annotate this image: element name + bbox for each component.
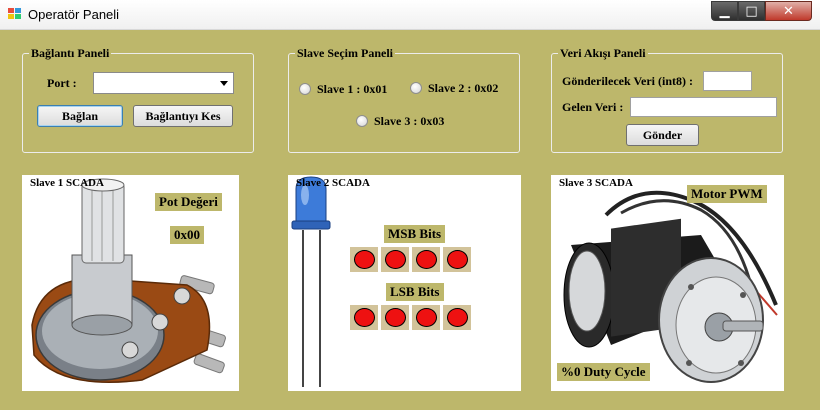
msb-bits-label: MSB Bits (384, 225, 446, 243)
radio-slave-2-label[interactable]: Slave 2 : 0x02 (428, 81, 498, 96)
title-bar[interactable]: Operatör Paneli ▁ □ ✕ (0, 0, 820, 30)
app-icon (8, 8, 22, 20)
radio-slave-1[interactable] (299, 83, 311, 95)
slave3-scada-panel: Slave 3 SCADA Motor PWM %0 Duty Cycle (551, 175, 784, 391)
send-button[interactable]: Gönder (626, 124, 699, 146)
msb-bit-led (381, 247, 409, 272)
connection-panel-title: Bağlantı Paneli (29, 46, 112, 60)
slave1-scada-panel: Slave 1 SCADA Pot Değeri 0x00 (22, 175, 239, 391)
send-data-label: Gönderilecek Veri (int8) : (562, 74, 693, 88)
msb-bit-led (350, 247, 378, 272)
disconnect-button[interactable]: Bağlantıyı Kes (133, 105, 233, 127)
data-flow-panel-title: Veri Akışı Paneli (558, 46, 648, 60)
radio-slave-3-label[interactable]: Slave 3 : 0x03 (374, 114, 444, 129)
msb-bit-led (443, 247, 471, 272)
lsb-bits-label: LSB Bits (386, 283, 444, 301)
lsb-bit-led (443, 305, 471, 330)
lsb-bits-indicators (350, 305, 471, 330)
received-data-label: Gelen Veri : (562, 100, 624, 114)
maximize-button[interactable]: □ (738, 1, 765, 21)
pot-value-readout: 0x00 (170, 226, 204, 244)
data-flow-panel: Veri Akışı Paneli Gönderilecek Veri (int… (551, 46, 783, 153)
port-combobox[interactable] (93, 72, 234, 94)
slave3-scada-title: Slave 3 SCADA (559, 177, 633, 189)
send-data-input[interactable] (703, 71, 752, 91)
slave-select-panel-title: Slave Seçim Paneli (295, 46, 395, 60)
form-client-area: Bağlantı Paneli Port : Bağlan Bağlantıyı… (0, 30, 820, 410)
minimize-button[interactable]: ▁ (711, 1, 738, 21)
slave2-scada-title: Slave 2 SCADA (296, 177, 370, 189)
blue-led-image (291, 176, 331, 387)
msb-bits-indicators (350, 247, 471, 272)
received-data-field[interactable] (630, 97, 777, 117)
connect-button[interactable]: Bağlan (37, 105, 123, 127)
radio-slave-1-label[interactable]: Slave 1 : 0x01 (317, 82, 387, 97)
motor-pwm-label: Motor PWM (687, 185, 767, 203)
minimize-icon: ▁ (719, 3, 730, 19)
pot-value-label: Pot Değeri (155, 193, 222, 211)
close-button[interactable]: ✕ (765, 1, 812, 21)
slave-select-panel: Slave Seçim Paneli Slave 1 : 0x01 Slave … (288, 46, 520, 153)
lsb-bit-led (412, 305, 440, 330)
port-label: Port : (47, 76, 77, 90)
close-icon: ✕ (783, 3, 794, 19)
lsb-bit-led (381, 305, 409, 330)
slave2-scada-panel: Slave 2 SCADA MSB Bits LSB Bits (288, 175, 521, 391)
connection-panel: Bağlantı Paneli Port : Bağlan Bağlantıyı… (22, 46, 254, 153)
window-title: Operatör Paneli (28, 7, 120, 22)
radio-slave-2[interactable] (410, 82, 422, 94)
maximize-icon: □ (745, 3, 758, 19)
chevron-down-icon[interactable] (220, 81, 228, 86)
dc-motor-image (563, 190, 778, 383)
duty-cycle-readout: %0 Duty Cycle (557, 363, 650, 381)
slave1-scada-title: Slave 1 SCADA (30, 177, 104, 189)
radio-slave-3[interactable] (356, 115, 368, 127)
lsb-bit-led (350, 305, 378, 330)
msb-bit-led (412, 247, 440, 272)
